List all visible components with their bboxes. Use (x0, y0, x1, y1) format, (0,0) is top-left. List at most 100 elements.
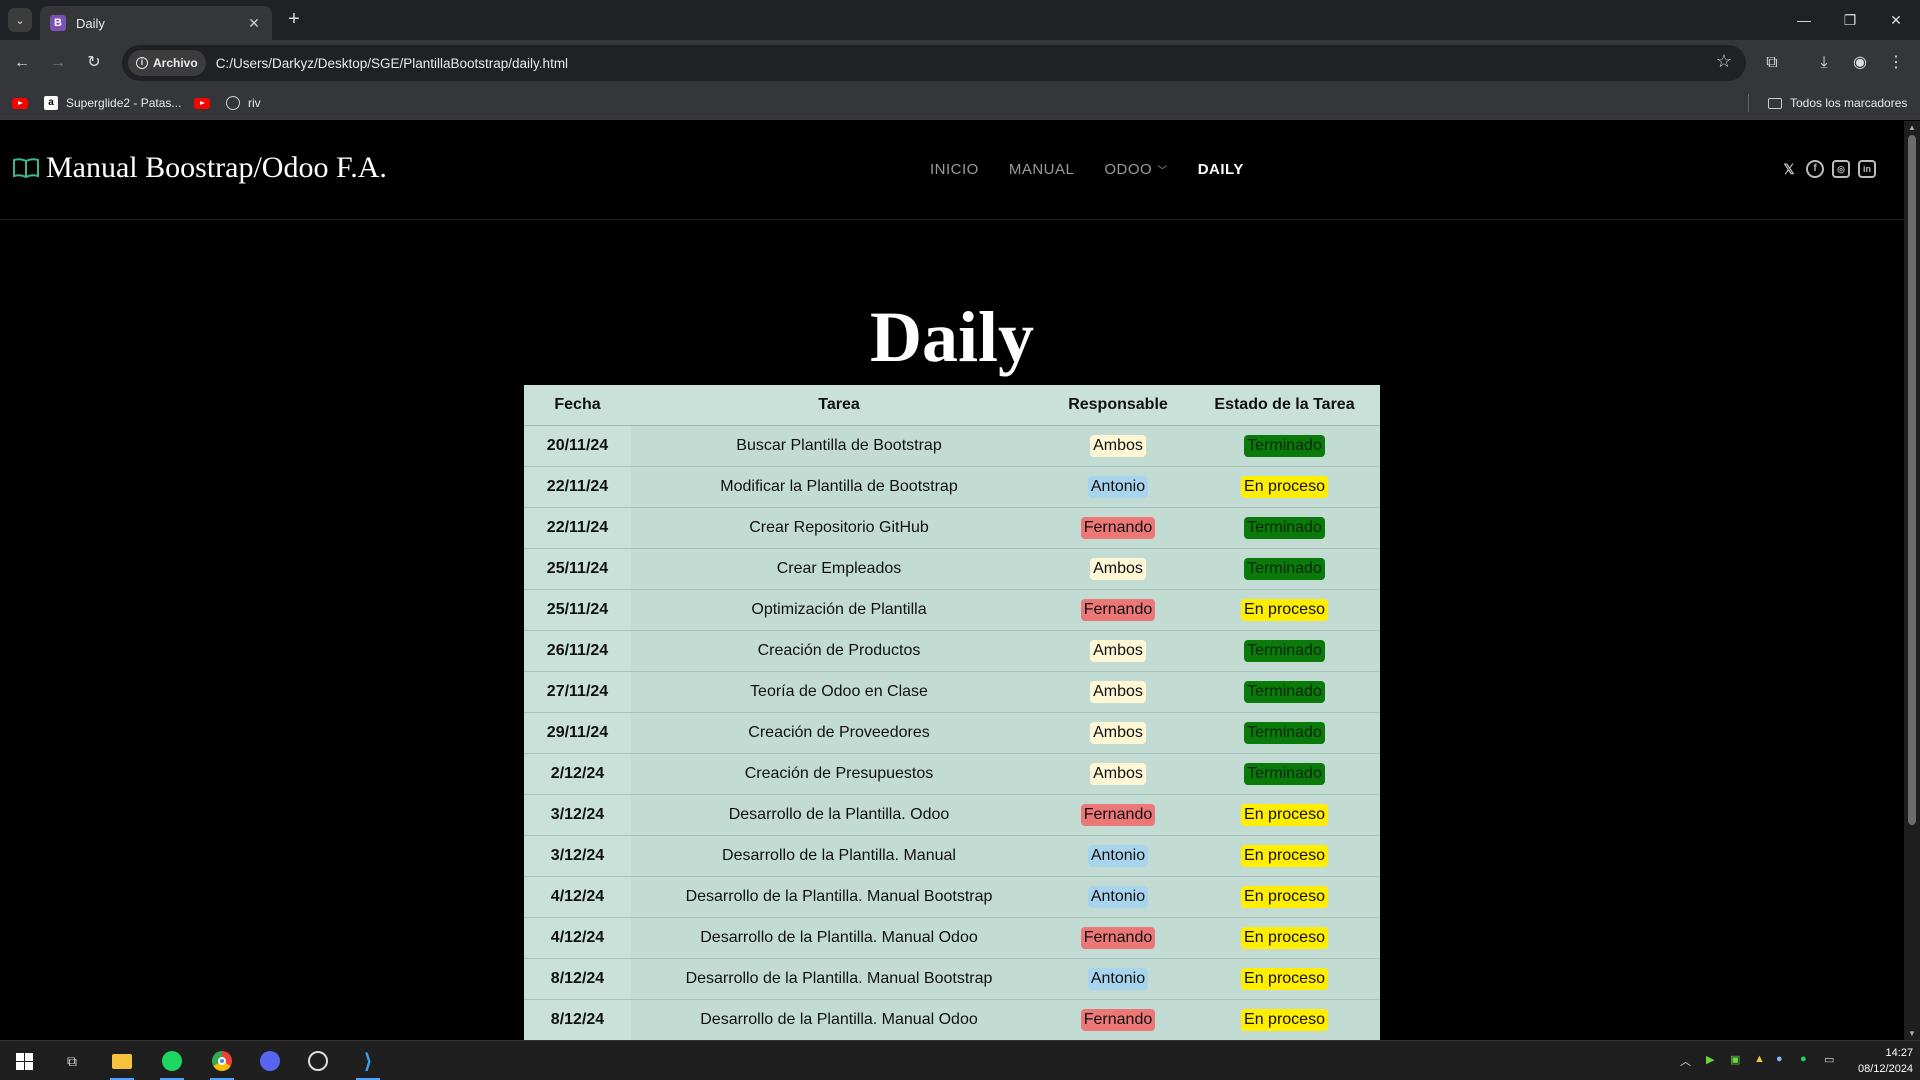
table-row: 27/11/24 Teoría de Odoo en Clase Ambos Term… (524, 670, 1380, 712)
scroll-down-icon[interactable]: ▼ (1908, 1029, 1916, 1038)
cell-responsable: Ambos (1047, 547, 1189, 589)
youtube-icon (12, 97, 28, 109)
bookmark-youtube-2[interactable] (194, 94, 218, 112)
responsable-badge: Fernando (1080, 926, 1156, 949)
social-links: 𝕏 f ◎ in (1780, 160, 1884, 178)
cell-tarea: Creación de Proveedores (631, 711, 1047, 753)
cell-fecha: 3/12/24 (524, 834, 631, 876)
system-clock[interactable]: 14:27 08/12/2024 (1858, 1045, 1913, 1077)
site-info-chip[interactable]: i Archivo (128, 50, 206, 76)
menu-kebab-icon[interactable]: ⋮ (1884, 51, 1908, 75)
bookmark-riv[interactable]: riv (226, 94, 261, 112)
cell-fecha: 29/11/24 (524, 711, 631, 753)
drive-icon[interactable]: ▲ (1754, 1053, 1765, 1065)
facebook-icon[interactable]: f (1806, 160, 1824, 178)
nav-item-inicio[interactable]: INICIO (930, 161, 979, 178)
cell-estado: Terminado (1189, 506, 1380, 548)
cell-responsable: Fernando (1047, 588, 1189, 630)
table-body: 20/11/24 Buscar Plantilla de Bootstrap Amb… (524, 424, 1380, 1040)
status-badge: En proceso (1241, 967, 1328, 990)
responsable-badge: Fernando (1080, 803, 1156, 826)
obs-icon[interactable] (298, 1046, 338, 1076)
cell-responsable: Antonio (1047, 875, 1189, 917)
cell-responsable: Antonio (1047, 465, 1189, 507)
windows-start-icon[interactable] (4, 1046, 44, 1076)
cell-fecha: 20/11/24 (524, 424, 631, 466)
spotify-tray-icon[interactable]: ● (1800, 1053, 1807, 1065)
cell-responsable: Ambos (1047, 752, 1189, 794)
cell-fecha: 8/12/24 (524, 998, 631, 1040)
responsable-badge: Antonio (1087, 475, 1149, 498)
bookmark-youtube-1[interactable] (12, 94, 36, 112)
cell-tarea: Creación de Presupuestos (631, 752, 1047, 794)
cell-fecha: 25/11/24 (524, 547, 631, 589)
discord-icon[interactable] (250, 1046, 290, 1076)
instagram-icon[interactable]: ◎ (1832, 160, 1850, 178)
spotify-icon[interactable] (152, 1046, 192, 1080)
table-row: 22/11/24 Crear Repositorio GitHub Fernando… (524, 506, 1380, 548)
browser-tab-daily[interactable]: B Daily ✕ (40, 6, 272, 40)
nav-label: INICIO (930, 161, 979, 178)
tab-title: Daily (76, 15, 105, 31)
forward-button[interactable]: → (46, 51, 70, 75)
cell-tarea: Desarrollo de la Plantilla. Manual Odoo (631, 916, 1047, 958)
task-view-icon[interactable]: ⧉ (52, 1046, 92, 1076)
tab-search-button[interactable]: ⌄ (8, 8, 32, 32)
extensions-icon[interactable]: ⧉ (1760, 51, 1784, 75)
scroll-up-icon[interactable]: ▲ (1908, 123, 1916, 132)
download-icon[interactable]: ⤓ (1812, 51, 1836, 75)
status-badge: En proceso (1241, 475, 1328, 498)
page-scrollbar[interactable]: ▲ ▼ (1904, 121, 1920, 1040)
cell-tarea: Crear Repositorio GitHub (631, 506, 1047, 548)
info-icon: i (136, 57, 148, 69)
new-tab-button[interactable]: + (282, 8, 306, 32)
table-row: 22/11/24 Modificar la Plantilla de Bootst… (524, 465, 1380, 507)
responsable-badge: Fernando (1080, 598, 1156, 621)
minimize-button[interactable]: — (1786, 8, 1822, 32)
browser-toolbar: ← → ↻ i Archivo C:/Users/Darkyz/Desktop/… (0, 40, 1920, 86)
nvidia-icon[interactable]: ▶ (1706, 1053, 1714, 1066)
table-row: 29/11/24 Creación de Proveedores Ambos Term… (524, 711, 1380, 753)
table-row: 8/12/24 Desarrollo de la Plantilla. Manua… (524, 998, 1380, 1040)
scroll-thumb[interactable] (1908, 135, 1916, 825)
network-icon[interactable]: ▭ (1824, 1053, 1834, 1066)
cell-tarea: Optimización de Plantilla (631, 588, 1047, 630)
vscode-icon[interactable]: ⟩ (348, 1046, 388, 1080)
nav-item-daily[interactable]: DAILY (1198, 161, 1244, 178)
linkedin-icon[interactable]: in (1858, 160, 1876, 178)
profile-avatar-icon[interactable]: ◉ (1848, 51, 1872, 75)
cell-estado: En proceso (1189, 875, 1380, 917)
x-icon[interactable]: 𝕏 (1780, 160, 1798, 178)
gpu-icon[interactable]: ▣ (1730, 1053, 1740, 1066)
table-row: 25/11/24 Optimización de Plantilla Fernand… (524, 588, 1380, 630)
url-text[interactable]: C:/Users/Darkyz/Desktop/SGE/PlantillaBoo… (216, 56, 568, 71)
chrome-icon[interactable] (202, 1046, 242, 1080)
cell-tarea: Buscar Plantilla de Bootstrap (631, 424, 1047, 466)
steam-icon[interactable]: ● (1776, 1053, 1783, 1065)
all-bookmarks-button[interactable]: Todos los marcadores (1768, 94, 1907, 112)
nav-item-odoo[interactable]: ODOO ﹀ (1104, 161, 1167, 178)
cell-responsable: Ambos (1047, 711, 1189, 753)
close-window-button[interactable]: ✕ (1878, 8, 1914, 32)
back-button[interactable]: ← (10, 51, 34, 75)
reload-button[interactable]: ↻ (82, 51, 106, 75)
bookmarks-separator (1748, 94, 1749, 112)
responsable-badge: Antonio (1087, 885, 1149, 908)
cell-tarea: Creación de Productos (631, 629, 1047, 671)
table-row: 4/12/24 Desarrollo de la Plantilla. Manua… (524, 916, 1380, 958)
nav-label: DAILY (1197, 161, 1244, 178)
responsable-badge: Ambos (1090, 639, 1146, 662)
nav-item-manual[interactable]: MANUAL (1009, 161, 1075, 178)
header-tarea: Tarea (631, 385, 1047, 426)
close-tab-icon[interactable]: ✕ (246, 15, 262, 32)
tray-chevron-icon[interactable]: ︿ (1680, 1053, 1691, 1069)
address-bar[interactable]: i Archivo C:/Users/Darkyz/Desktop/SGE/Pl… (122, 45, 1746, 81)
file-explorer-icon[interactable] (102, 1046, 142, 1080)
bookmark-star-icon[interactable]: ☆ (1716, 51, 1732, 72)
cell-estado: En proceso (1189, 957, 1380, 999)
restore-button[interactable]: ❐ (1832, 8, 1868, 32)
bookmark-superglide[interactable]: a Superglide2 - Patas... (44, 94, 181, 112)
cell-fecha: 22/11/24 (524, 465, 631, 507)
site-logo[interactable]: Manual Boostrap/Odoo F.A. (12, 151, 387, 185)
header-estado: Estado de la Tarea (1189, 385, 1380, 426)
